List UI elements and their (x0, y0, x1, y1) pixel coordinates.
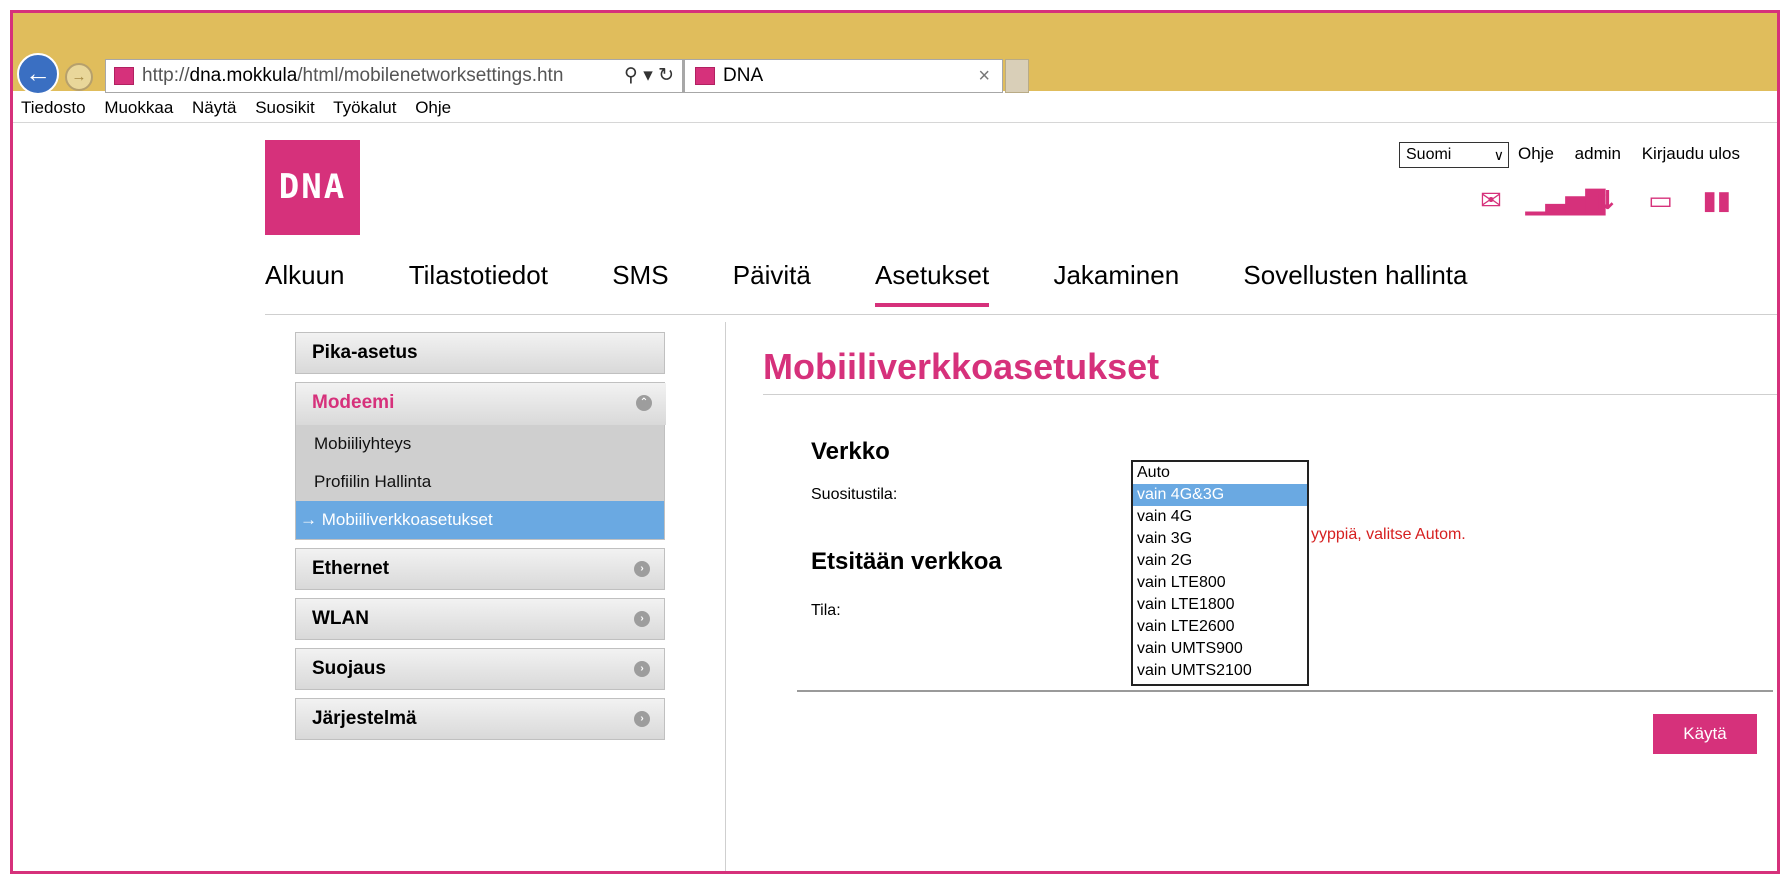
sidebar-item-suojaus[interactable]: Suojaus › (295, 648, 665, 690)
forward-button[interactable]: → (65, 63, 93, 91)
tab-title: DNA (723, 65, 764, 86)
sidebar-item-modeemi[interactable]: Modeemi ⌃ (296, 383, 666, 425)
sidebar-item-label: Ethernet (312, 558, 390, 579)
dropdown-option[interactable]: vain LTE800 (1133, 572, 1307, 594)
mail-icon[interactable]: ✉ (1469, 184, 1513, 216)
sidebar-subitem-mobiiliyhteys[interactable]: Mobiiliyhteys (296, 425, 664, 463)
sidebar-item-ethernet[interactable]: Ethernet › (295, 548, 665, 590)
expand-icon: › (634, 711, 650, 727)
sidebar-group-modeemi: Modeemi ⌃ Mobiiliyhteys Profiilin Hallin… (295, 382, 666, 540)
logout-link[interactable]: Kirjaudu ulos (1642, 144, 1740, 163)
expand-icon: › (634, 661, 650, 677)
sidebar-item-jarjestelma[interactable]: Järjestelmä › (295, 698, 665, 740)
url-host: dna.mokkula (189, 65, 298, 86)
browser-menubar: Tiedosto Muokkaa Näytä Suosikit Työkalut… (13, 95, 1777, 123)
chevron-down-icon: ∨ (1493, 147, 1504, 163)
dropdown-option[interactable]: vain LTE1800 (1133, 594, 1307, 616)
menu-favorites[interactable]: Suosikit (255, 98, 315, 117)
menu-file[interactable]: Tiedosto (21, 98, 86, 117)
sidebar-item-label: Suojaus (312, 658, 386, 679)
nav-alkuun[interactable]: Alkuun (265, 260, 345, 303)
sidebar-item-label: Modeemi (312, 392, 395, 413)
nav-divider (265, 314, 1777, 315)
back-button[interactable]: ← (17, 53, 59, 95)
browser-chrome: ← → http://dna.mokkula/html/mobilenetwor… (13, 13, 1777, 95)
battery-icon: ▮▮ (1702, 185, 1732, 215)
dropdown-option[interactable]: vain UMTS900 (1133, 638, 1307, 660)
dropdown-option[interactable]: vain LTE2600 (1133, 616, 1307, 638)
menu-edit[interactable]: Muokkaa (104, 98, 173, 117)
browser-tab[interactable]: DNA × (683, 59, 1003, 93)
dropdown-option-highlighted[interactable]: vain 4G&3G (1133, 484, 1307, 506)
language-select[interactable]: Suomi ∨ (1399, 142, 1509, 168)
dropdown-option[interactable]: vain 3G (1133, 528, 1307, 550)
sidebar-item-label: WLAN (312, 608, 369, 629)
screenshot-frame: ← → http://dna.mokkula/html/mobilenetwor… (10, 10, 1780, 874)
sidebar-item-pika-asetus[interactable]: Pika-asetus (295, 332, 665, 374)
dropdown-option[interactable]: vain 4G (1133, 506, 1307, 528)
title-divider (763, 394, 1777, 395)
signal-icon: ▁▃▅▇ (1525, 185, 1606, 215)
web-page: DNA Suomi ∨ Ohje admin Kirjaudu ulos ✉ ▁… (13, 124, 1777, 871)
menu-help[interactable]: Ohje (415, 98, 451, 117)
nav-sovellusten-hallinta[interactable]: Sovellusten hallinta (1243, 260, 1467, 303)
address-tools: ⚲ ▾ ↻ (624, 60, 674, 92)
sidebar-subitem-mobiiliverkkoasetukset[interactable]: → Mobiiliverkkoasetukset (296, 501, 664, 539)
sidebar-item-label: Järjestelmä (312, 708, 417, 729)
nav-asetukset[interactable]: Asetukset (875, 260, 990, 307)
refresh-icon[interactable]: ↻ (658, 65, 674, 86)
nav-sms[interactable]: SMS (612, 260, 668, 303)
menu-view[interactable]: Näytä (192, 98, 236, 117)
sidebar-item-label: Pika-asetus (312, 342, 418, 363)
site-favicon-icon (114, 67, 134, 85)
menu-tools[interactable]: Työkalut (333, 98, 396, 117)
device-icon: ▭ (1648, 185, 1673, 215)
help-link[interactable]: Ohje (1518, 144, 1554, 163)
nav-paivita[interactable]: Päivitä (733, 260, 811, 303)
section-heading-verkko: Verkko (811, 438, 890, 465)
form-divider (797, 690, 1773, 692)
dropdown-option[interactable]: vain UMTS2100 (1133, 660, 1307, 682)
state-label: Tila: (811, 602, 841, 619)
data-transfer-icon: ⇅ (1593, 185, 1615, 215)
url-path: /html/mobilenetworksettings.htn (297, 65, 564, 86)
collapse-icon: ⌃ (636, 395, 652, 411)
dropdown-option[interactable]: Auto (1133, 462, 1307, 484)
page-title: Mobiiliverkkoasetukset (763, 346, 1160, 387)
url-prefix: http:// (142, 65, 190, 86)
admin-link[interactable]: admin (1575, 144, 1621, 163)
dropdown-option[interactable]: vain 2G (1133, 550, 1307, 572)
preferred-mode-label: Suositustila: (811, 486, 898, 503)
preferred-mode-dropdown-list[interactable]: Auto vain 4G&3G vain 4G vain 3G vain 2G … (1131, 460, 1309, 686)
sidebar-subitem-profiilin-hallinta[interactable]: Profiilin Hallinta (296, 463, 664, 501)
nav-jakaminen[interactable]: Jakaminen (1053, 260, 1179, 303)
status-icons: ✉ ▁▃▅▇ ⇅ ▭ ▮▮ (1469, 184, 1747, 224)
dna-logo[interactable]: DNA (265, 140, 360, 235)
close-tab-icon[interactable]: × (978, 60, 990, 92)
apply-button[interactable]: Käytä (1653, 714, 1757, 754)
settings-sidebar: Pika-asetus Modeemi ⌃ Mobiiliyhteys Prof… (295, 332, 666, 748)
content-divider (725, 322, 726, 871)
sidebar-item-wlan[interactable]: WLAN › (295, 598, 665, 640)
language-value: Suomi (1406, 146, 1452, 163)
address-bar[interactable]: http://dna.mokkula/html/mobilenetworkset… (105, 59, 683, 93)
new-tab-button[interactable] (1005, 59, 1029, 93)
top-links: Ohje admin Kirjaudu ulos (1518, 144, 1756, 164)
dropdown-icon[interactable]: ▾ (643, 65, 653, 86)
section-heading-etsitaan-verkkoa: Etsitään verkkoa (811, 548, 1002, 575)
tab-favicon-icon (695, 67, 715, 85)
main-nav: Alkuun Tilastotiedot SMS Päivitä Asetuks… (265, 260, 1524, 310)
expand-icon: › (634, 611, 650, 627)
hint-text: yyppiä, valitse Autom. (1311, 526, 1466, 543)
nav-tilastotiedot[interactable]: Tilastotiedot (409, 260, 548, 303)
search-icon[interactable]: ⚲ (624, 65, 638, 86)
expand-icon: › (634, 561, 650, 577)
